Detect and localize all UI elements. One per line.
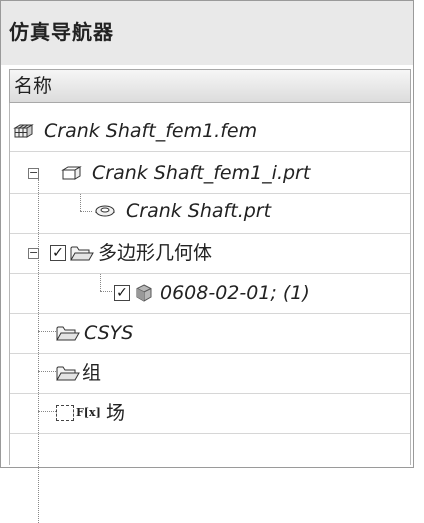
tree-row-fields[interactable]: F[x] 场 <box>10 393 410 433</box>
tree-item-label: 场 <box>106 402 126 424</box>
solid-body-icon <box>136 284 152 302</box>
column-header-name[interactable]: 名称 <box>9 69 411 103</box>
tree-item-label: 多边形几何体 <box>98 242 213 264</box>
folder-icon <box>70 246 94 261</box>
tree-item-label: Crank Shaft_fem1_i.prt <box>92 162 311 184</box>
tree-row-groups[interactable]: 组 <box>10 353 410 393</box>
fem-mesh-icon <box>13 124 34 138</box>
tree-row-csys[interactable]: CSYS <box>10 313 410 353</box>
field-icon <box>56 405 74 421</box>
part-icon <box>95 205 115 217</box>
tree-item-label: Crank Shaft_fem1.fem <box>44 120 258 142</box>
visibility-checkbox[interactable]: ✓ <box>50 245 66 261</box>
row-separator <box>10 151 410 152</box>
tree-row-polygon-geometry[interactable]: − ✓ 多边形几何体 <box>10 233 410 273</box>
collapse-icon[interactable]: − <box>28 247 39 259</box>
idealized-part-icon <box>61 166 82 180</box>
tree-item-label: 0608-02-01; (1) <box>160 282 310 304</box>
tree-row-part[interactable]: Crank Shaft.prt <box>10 191 410 231</box>
tree-item-label: CSYS <box>84 322 134 344</box>
folder-icon <box>56 326 80 341</box>
visibility-checkbox[interactable]: ✓ <box>114 285 130 301</box>
tree-item-label: Crank Shaft.prt <box>126 200 272 222</box>
function-icon: F[x] <box>76 406 101 419</box>
navigator-tree[interactable]: Crank Shaft_fem1.fem − Crank Shaft_fem1_… <box>9 103 411 523</box>
folder-icon <box>56 366 80 381</box>
tree-row-fem[interactable]: Crank Shaft_fem1.fem <box>10 111 410 151</box>
row-separator <box>10 433 410 434</box>
panel-title: 仿真导航器 <box>1 1 413 65</box>
collapse-icon[interactable]: − <box>28 167 39 179</box>
tree-row-idealized-part[interactable]: − Crank Shaft_fem1_i.prt <box>10 153 410 193</box>
tree-row-body[interactable]: ✓ 0608-02-01; (1) <box>10 273 410 313</box>
simulation-navigator-panel: 仿真导航器 名称 Crank Shaft_fem1.fem − Crank Sh… <box>0 0 414 523</box>
tree-item-label: 组 <box>82 362 102 384</box>
